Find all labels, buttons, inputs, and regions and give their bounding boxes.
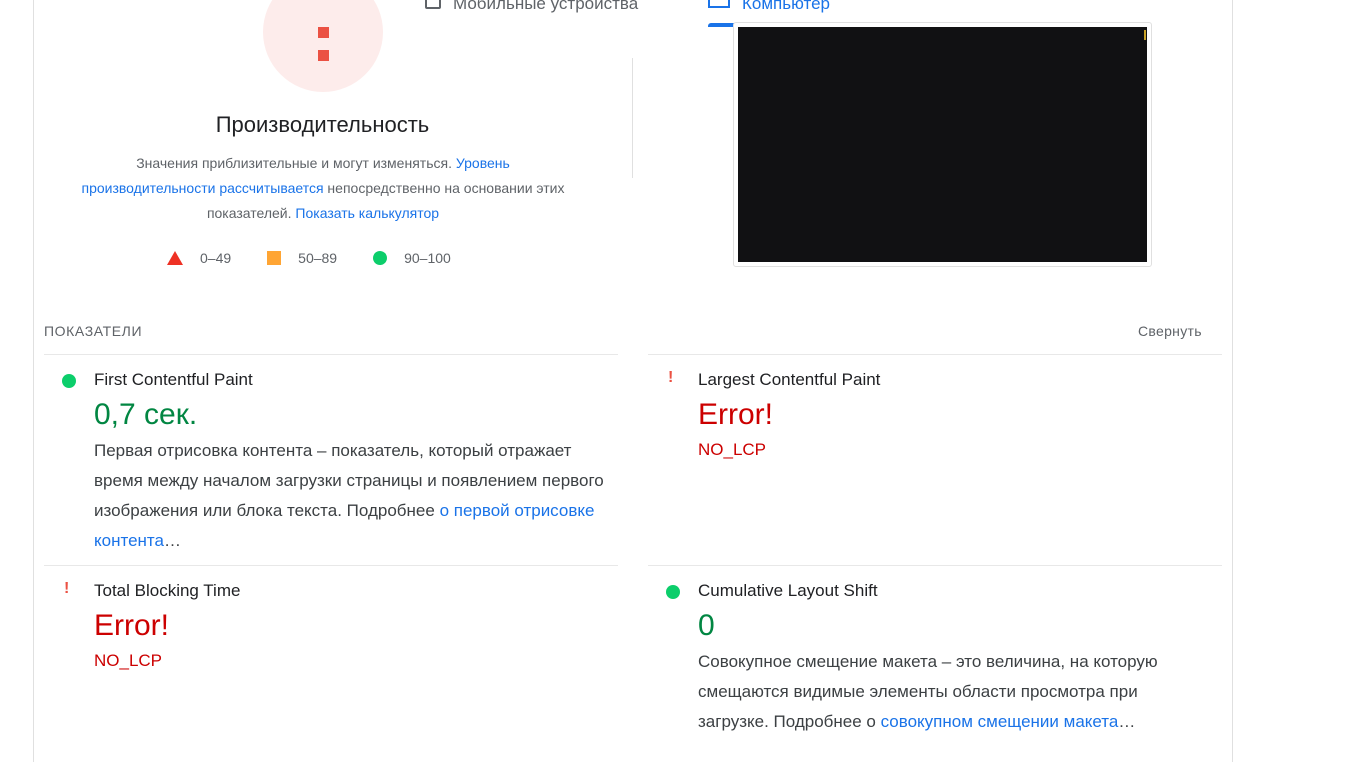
green-circle-icon	[62, 374, 76, 388]
metric-error-code: NO_LCP	[698, 440, 767, 459]
show-calculator-link[interactable]: Показать калькулятор	[295, 205, 439, 221]
metric-description: Первая отрисовка контента – показатель, …	[94, 436, 609, 556]
legend-fail-range: 0–49	[200, 250, 232, 266]
legend-pass: 90–100	[373, 250, 451, 266]
metric-title: Total Blocking Time	[94, 581, 241, 600]
gauge-error-mark-top	[318, 27, 329, 38]
cls-learn-more-link[interactable]: совокупном смещении макета	[881, 712, 1119, 731]
metrics-header: ПОКАЗАТЕЛИ	[44, 323, 143, 339]
vertical-divider	[632, 58, 633, 178]
screenshot-image	[738, 27, 1147, 262]
metric-desc-tail: …	[163, 531, 181, 550]
green-circle-icon	[666, 585, 680, 599]
legend-fail: 0–49	[167, 250, 231, 266]
metric-desc-tail: …	[1118, 712, 1136, 731]
performance-description: Значения приблизительные и могут изменят…	[75, 151, 571, 226]
gauge-error-mark-bottom	[318, 50, 329, 61]
metric-error-code: NO_LCP	[94, 651, 163, 670]
metric-fcp: First Contentful Paint 0,7 сек. Первая о…	[44, 354, 618, 565]
legend-average-range: 50–89	[298, 250, 338, 266]
green-circle-icon	[373, 251, 388, 265]
legend-pass-range: 90–100	[404, 250, 451, 266]
performance-title: Производительность	[215, 112, 430, 137]
desc-text-1: Значения приблизительные и могут изменят…	[136, 155, 456, 171]
red-triangle-icon	[167, 251, 183, 265]
metric-title: First Contentful Paint	[94, 370, 253, 389]
metric-title: Cumulative Layout Shift	[698, 581, 878, 600]
score-legend: 0–49 50–89 90–100	[167, 250, 487, 266]
metric-tbt: ! Total Blocking Time Error! NO_LCP	[44, 565, 618, 762]
exclamation-icon: !	[64, 580, 70, 597]
metric-value: Error!	[698, 398, 773, 431]
legend-average: 50–89	[267, 250, 337, 266]
metric-value: 0	[698, 609, 715, 642]
collapse-button[interactable]: Свернуть	[1138, 323, 1202, 339]
metric-value: Error!	[94, 609, 169, 642]
metric-title: Largest Contentful Paint	[698, 370, 881, 389]
metric-cls: Cumulative Layout Shift 0 Совокупное сме…	[648, 565, 1222, 762]
metric-lcp: ! Largest Contentful Paint Error! NO_LCP	[648, 354, 1222, 565]
exclamation-icon: !	[668, 369, 674, 386]
metric-description: Совокупное смещение макета – это величин…	[698, 647, 1213, 737]
final-screenshot	[733, 22, 1152, 267]
metric-value: 0,7 сек.	[94, 398, 198, 431]
screenshot-mark	[1144, 30, 1146, 40]
orange-square-icon	[267, 251, 282, 265]
